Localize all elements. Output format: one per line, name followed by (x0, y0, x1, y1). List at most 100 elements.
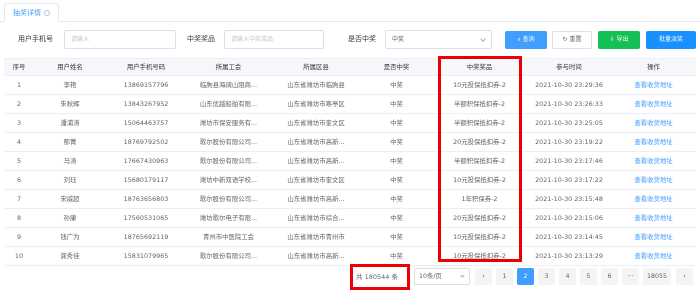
cell-user-name: 宋威超 (60, 195, 80, 203)
cell-union: 歌尔股份有限公司... (199, 138, 258, 146)
cell-union: 歌尔股份有限公司... (199, 195, 258, 203)
export-button[interactable]: ⇩ 导出 (598, 31, 640, 49)
cell-is-winner: 中奖 (390, 119, 403, 127)
cell-prize: 10元投保抵扣券-2 (453, 233, 506, 241)
cell-time: 2021-10-30 23:17:46 (535, 157, 603, 165)
page-button[interactable]: 1 (496, 268, 513, 285)
cell-district: 山东省潍坊市青州市 (287, 233, 345, 241)
cell-user-name: 刘珏 (63, 176, 77, 184)
cell-user-name: 朱秋辉 (60, 100, 80, 108)
cell-index: 7 (16, 195, 22, 203)
cell-time: 2021-10-30 23:26:33 (535, 100, 603, 108)
cell-user-name: 龚秀佳 (60, 252, 80, 260)
table-row: 4 郁菁 18769792502 歌尔股份有限公司... 山东省潍坊市高新... 中奖 20… (4, 133, 696, 152)
cell-index: 6 (16, 176, 22, 184)
win-select[interactable]: 中奖 (385, 30, 492, 49)
page-button[interactable]: 4 (559, 268, 576, 285)
cell-user-name: 郁菁 (63, 138, 77, 146)
view-address-link[interactable]: 查看收货地址 (611, 114, 696, 132)
cell-index: 9 (16, 233, 22, 241)
phone-input[interactable]: 请输入 (64, 30, 176, 49)
chevron-down-icon (460, 273, 465, 278)
cell-prize: 半额积保抵扣券-2 (453, 157, 506, 165)
cell-is-winner: 中奖 (390, 214, 403, 222)
header-action: 操作 (647, 63, 660, 71)
cell-union: 潍坊市保安服务有... (199, 119, 258, 127)
page-size-value: 10条/页 (419, 273, 442, 280)
cell-phone: 18765692119 (123, 233, 169, 241)
cell-user-name: 钱广为 (60, 233, 80, 241)
table-row: 2 朱秋辉 13843267952 山东优越船舶有限... 山东省潍坊市寒亭区 中奖 半额积… (4, 95, 696, 114)
cell-is-winner: 中奖 (390, 195, 403, 203)
search-icon: ⌕ (517, 36, 521, 43)
page-button[interactable]: 3 (538, 268, 555, 285)
header-phone: 用户手机号码 (126, 63, 166, 71)
view-address-link[interactable]: 查看收货地址 (611, 228, 696, 246)
batch-award-button[interactable]: 批量派奖 (646, 31, 696, 49)
tab-lottery-detail[interactable]: 抽奖详情 (4, 3, 59, 22)
view-address-link[interactable]: 查看收货地址 (611, 190, 696, 208)
cell-phone: 18769792502 (123, 138, 169, 146)
cell-union: 潍坊歌尔电子有限... (199, 214, 258, 222)
cell-time: 2021-10-30 23:13:29 (535, 252, 603, 260)
cell-union: 临朐县海阔山阻商... (199, 81, 258, 89)
view-address-link[interactable]: 查看收货地址 (611, 95, 696, 113)
cell-union: 山东优越船舶有限... (199, 100, 258, 108)
cell-is-winner: 中奖 (390, 81, 403, 89)
page-button[interactable]: 6 (601, 268, 618, 285)
cell-is-winner: 中奖 (390, 233, 403, 241)
view-address-link[interactable]: 查看收货地址 (611, 76, 696, 94)
header-user-name: 用户姓名 (57, 63, 83, 71)
win-select-value: 中奖 (392, 36, 405, 43)
search-button[interactable]: ⌕ 查询 (505, 31, 547, 49)
search-button-label: 查询 (522, 36, 535, 43)
cell-prize: 10元投保抵扣券-2 (453, 176, 506, 184)
view-address-link[interactable]: 查看收货地址 (611, 152, 696, 170)
view-address-link[interactable]: 查看收货地址 (611, 171, 696, 189)
next-page-button[interactable]: › (676, 268, 693, 285)
cell-union: 青州市中医院工会 (202, 233, 255, 241)
cell-district: 山东省潍坊市奎文区 (287, 176, 345, 184)
prize-input[interactable]: 请输入中奖奖品 (224, 30, 324, 49)
page-button[interactable]: 5 (580, 268, 597, 285)
cell-time: 2021-10-30 23:17:22 (535, 176, 603, 184)
page-button[interactable]: 2 (517, 268, 534, 285)
table-row: 8 孙康 17560531065 潍坊歌尔电子有限... 山东省潍坊市综合... 中奖 20… (4, 209, 696, 228)
close-icon[interactable] (44, 10, 50, 16)
cell-index: 5 (16, 157, 22, 165)
cell-index: 1 (16, 81, 22, 89)
cell-user-name: 李艳 (63, 81, 77, 89)
cell-prize: 半额积保抵扣券-2 (453, 100, 506, 108)
reset-button[interactable]: ↻ 重置 (552, 31, 592, 49)
cell-index: 8 (16, 214, 22, 222)
cell-prize: 10元投保抵扣券-2 (453, 81, 506, 89)
cell-district: 山东省潍坊市高新... (287, 138, 345, 146)
page-size-select[interactable]: 10条/页 (414, 268, 470, 285)
header-prize: 中奖奖品 (466, 63, 493, 71)
cell-prize: 20元投保抵扣券-2 (453, 214, 506, 222)
win-label: 是否中奖 (348, 35, 376, 43)
prev-page-button[interactable]: ‹ (475, 268, 492, 285)
page-button[interactable]: 18055 (643, 268, 671, 285)
cell-phone: 17560531065 (123, 214, 169, 222)
chevron-down-icon (480, 36, 486, 42)
table-row: 6 刘珏 15680179117 潍坊中新双语学校... 山东省潍坊市奎文区 中奖 10元投… (4, 171, 696, 190)
view-address-link[interactable]: 查看收货地址 (611, 209, 696, 227)
cell-prize: 半额积保抵扣券-2 (453, 119, 506, 127)
cell-is-winner: 中奖 (390, 176, 403, 184)
cell-union: 歌尔股份有限公司... (199, 252, 258, 260)
table-row: 1 李艳 13869157796 临朐县海阔山阻商... 山东省潍坊市临朐县 中奖 10元投… (4, 76, 696, 95)
cell-district: 山东省潍坊市奎文区 (287, 119, 345, 127)
cell-index: 2 (16, 100, 22, 108)
view-address-link[interactable]: 查看收货地址 (611, 247, 696, 265)
header-district: 所属区县 (303, 63, 329, 71)
view-address-link[interactable]: 查看收货地址 (611, 133, 696, 151)
table-header-row: 序号 用户姓名 用户手机号码 所属工会 所属区县 是否中奖 中奖奖品 参与时间 … (4, 59, 696, 76)
cell-phone: 15831079965 (123, 252, 169, 260)
cell-district: 山东省潍坊市高新... (287, 157, 345, 165)
export-icon: ⇩ (609, 36, 615, 43)
more-pages-button[interactable]: ··· (622, 268, 639, 285)
header-union: 所属工会 (215, 63, 242, 71)
cell-phone: 13843267952 (123, 100, 169, 108)
lottery-table: 序号 用户姓名 用户手机号码 所属工会 所属区县 是否中奖 中奖奖品 参与时间 … (4, 58, 696, 266)
